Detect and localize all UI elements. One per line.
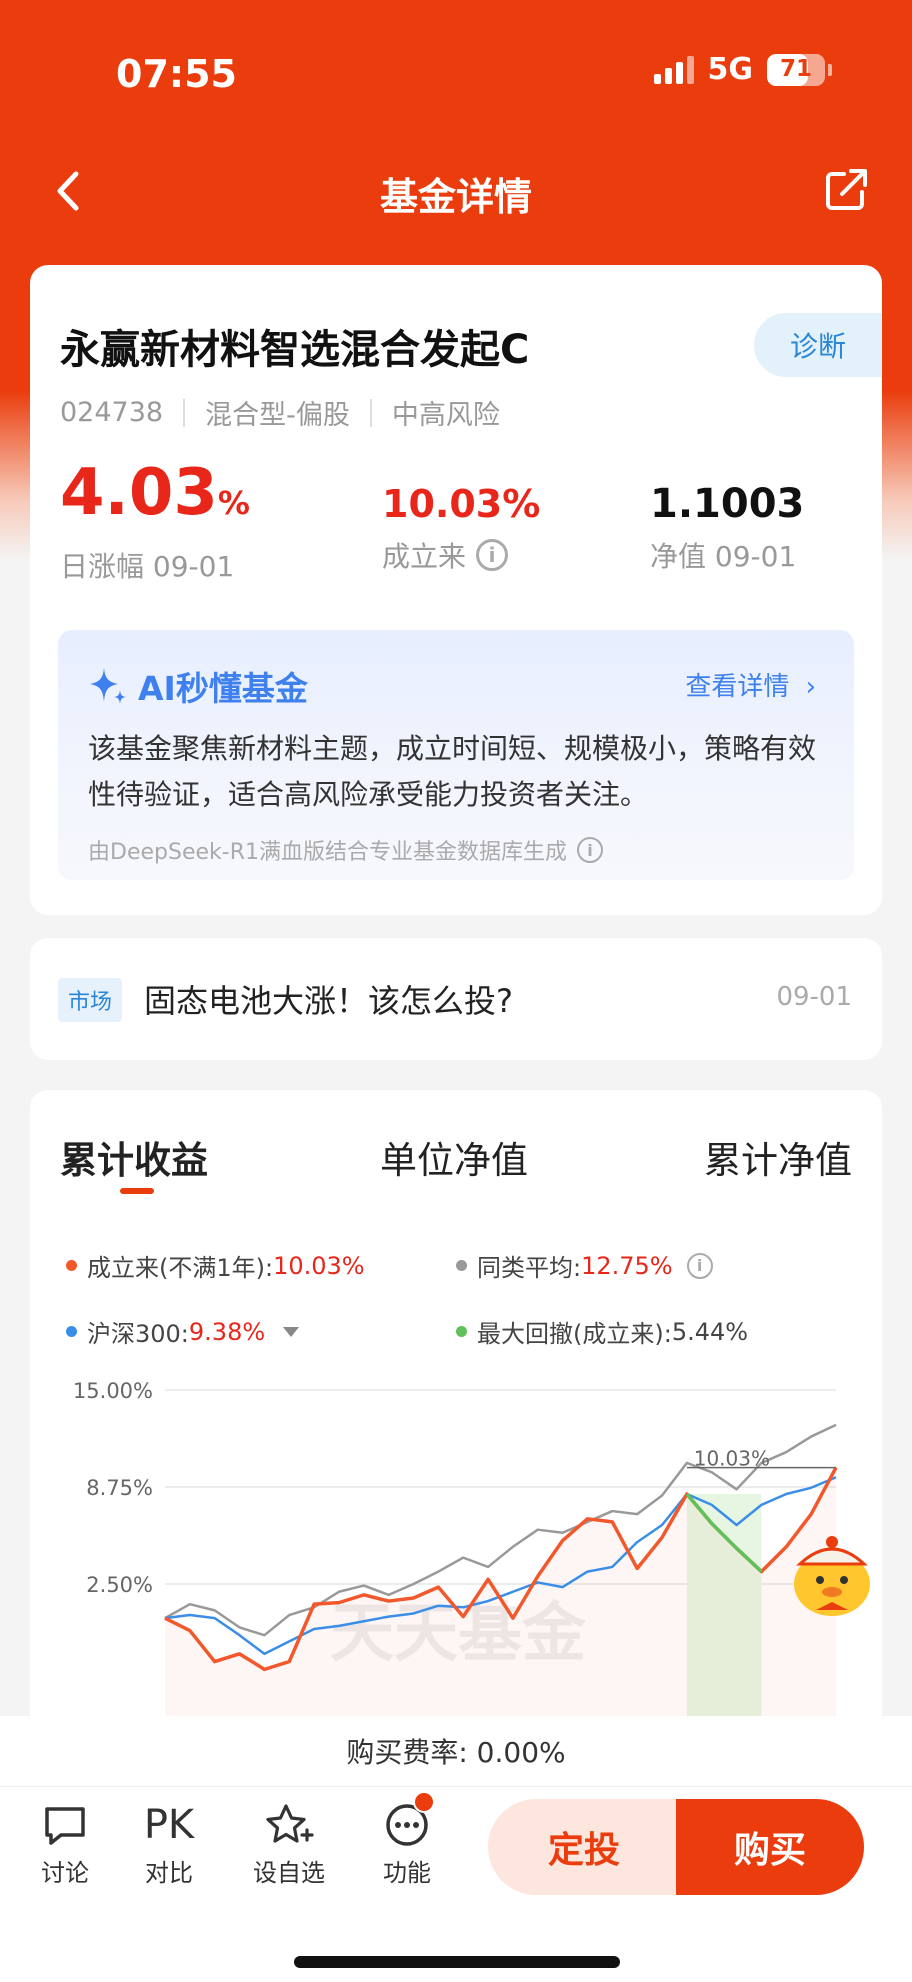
performance-chart-card: 累计收益 单位净值 累计净值 成立来(不满1年): 10.03% 同类平均: 1… (30, 1090, 882, 1810)
add-watchlist-button[interactable]: 设自选 (244, 1801, 334, 1888)
compare-label: 对比 (145, 1859, 193, 1887)
ai-summary-text: 该基金聚焦新材料主题，成立时间短、规模极小，策略有效性待验证，适合高风险承受能力… (88, 732, 817, 811)
daily-change-unit: % (217, 484, 250, 522)
functions-label: 功能 (383, 1859, 431, 1887)
page-title: 基金详情 (379, 175, 532, 219)
ai-source: 由DeepSeek-R1满血版结合专业基金数据库生成 i (88, 834, 603, 866)
since-inception-metric: 10.03% 成立来 i (382, 479, 540, 575)
since-inception-value: 10.03% (382, 482, 541, 526)
ai-detail-link[interactable]: 查看详情 › (685, 666, 816, 703)
status-time: 07:55 (116, 52, 237, 96)
home-bar-area (0, 1906, 912, 1982)
battery-percent: 71 (779, 55, 812, 82)
ai-summary-box: AI秒懂基金 查看详情 › 该基金聚焦新材料主题，成立时间短、规模极小，策略有效… (58, 630, 854, 880)
y-tick-label: 8.75% (86, 1476, 153, 1500)
news-title: 固态电池大涨！该怎么投? (144, 982, 513, 1020)
sparkle-icon (90, 668, 126, 704)
nav-label: 净值 09-01 (650, 540, 797, 573)
fund-risk: 中高风险 (391, 400, 500, 431)
signal-icon (653, 55, 694, 84)
y-tick-label: 2.50% (86, 1573, 153, 1597)
news-card[interactable]: 市场 固态电池大涨！该怎么投? 09-01 (30, 938, 882, 1060)
star-plus-icon (266, 1804, 314, 1843)
end-value-label: 10.03% (694, 1447, 770, 1471)
ai-title-text: AI秒懂基金 (138, 669, 308, 708)
ai-detail-text: 查看详情 (685, 672, 790, 702)
chat-bubble-icon (45, 1807, 85, 1845)
divider (183, 398, 186, 427)
discuss-button[interactable]: 讨论 (20, 1801, 110, 1888)
diagnose-button[interactable]: 诊断 (754, 313, 882, 377)
notification-badge (413, 1791, 435, 1813)
discuss-label: 讨论 (41, 1859, 89, 1887)
share-icon (826, 169, 867, 210)
pk-icon: PK (143, 1802, 195, 1848)
divider (369, 398, 372, 427)
share-button[interactable] (824, 166, 870, 212)
auto-invest-button[interactable]: 定投 (488, 1799, 680, 1895)
status-indicators: 5G 71 (653, 52, 832, 87)
battery-icon: 71 (767, 53, 825, 86)
return-chart[interactable]: 15.00%8.75%2.50%天天基金10.03% (30, 1090, 882, 1810)
mascot-icon[interactable] (786, 1530, 878, 1620)
purchase-fee: 购买费率: 0.00% (0, 1716, 912, 1786)
fund-summary-card: 永赢新材料智选混合发起C 诊断 024738 混合型-偏股 中高风险 4.03%… (30, 265, 882, 915)
fund-type: 混合型-偏股 (205, 400, 350, 431)
info-icon[interactable]: i (576, 837, 603, 863)
fund-code: 024738 (60, 397, 164, 428)
ai-source-text: 由DeepSeek-R1满血版结合专业基金数据库生成 (88, 840, 567, 865)
home-indicator[interactable] (294, 1956, 620, 1968)
ai-title: AI秒懂基金 (86, 662, 308, 710)
functions-button[interactable]: 功能 (362, 1791, 452, 1888)
network-type: 5G (707, 52, 754, 87)
info-icon[interactable]: i (476, 539, 509, 571)
nav-metric: 1.1003 净值 09-01 (650, 479, 804, 575)
buy-button[interactable]: 购买 (676, 1799, 864, 1895)
y-tick-label: 15.00% (73, 1379, 153, 1403)
chevron-right-icon: › (805, 672, 816, 702)
daily-change-value: 4.03 (60, 456, 218, 530)
battery-tip (828, 63, 832, 76)
news-tag: 市场 (58, 978, 123, 1022)
add-watchlist-label: 设自选 (253, 1859, 325, 1887)
compare-button[interactable]: PK 对比 (124, 1801, 214, 1888)
since-inception-label: 成立来 (382, 540, 467, 573)
bottom-action-bar: 讨论 PK 对比 设自选 功能 定投 购买 (0, 1786, 912, 1906)
daily-change-label: 日涨幅 09-01 (60, 550, 235, 583)
fund-name: 永赢新材料智选混合发起C (60, 327, 530, 373)
daily-change-metric: 4.03% 日涨幅 09-01 (60, 457, 250, 585)
fund-meta: 024738 混合型-偏股 中高风险 (60, 393, 500, 432)
nav-value: 1.1003 (650, 481, 805, 527)
news-date: 09-01 (776, 982, 852, 1012)
